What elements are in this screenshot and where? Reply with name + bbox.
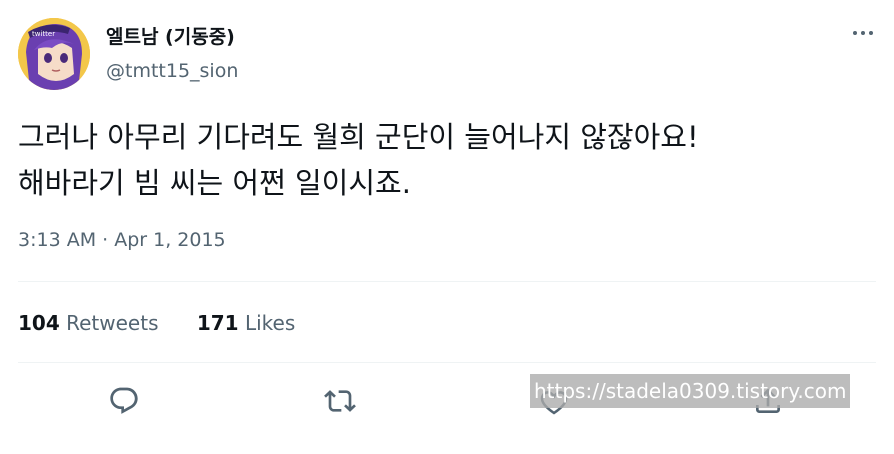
tweet-timestamp[interactable]: 3:13 AM · Apr 1, 2015 <box>18 229 226 251</box>
retweets-count: 104 <box>18 311 60 335</box>
retweets-stat[interactable]: 104 Retweets <box>18 311 158 335</box>
anime-character-avatar-icon: twitter <box>18 18 90 90</box>
tweet-stats: 104 Retweets 171 Likes <box>18 311 327 335</box>
tweet-line: 해바라기 빔 씨는 어쩐 일이시죠. <box>18 166 411 200</box>
retweet-icon <box>324 390 356 412</box>
user-handle[interactable]: @tmtt15_sion <box>106 60 238 82</box>
more-dot-icon <box>869 31 873 35</box>
svg-text:twitter: twitter <box>32 30 55 38</box>
reply-icon <box>110 387 138 414</box>
watermark: https://stadela0309.tistory.com <box>530 374 850 408</box>
retweet-button[interactable] <box>318 379 362 423</box>
likes-count: 171 <box>196 311 239 335</box>
display-name[interactable]: 엘트남 (기동중) <box>106 22 235 49</box>
divider <box>18 362 876 363</box>
tweet-text: 그러나 아무리 기다려도 월희 군단이 늘어나지 않잖아요! 해바라기 빔 씨는… <box>18 114 882 206</box>
more-dot-icon <box>861 31 865 35</box>
more-dot-icon <box>853 31 857 35</box>
divider <box>18 281 876 282</box>
tweet-line: 그러나 아무리 기다려도 월희 군단이 늘어나지 않잖아요! <box>18 120 699 154</box>
more-options-button[interactable] <box>846 22 880 44</box>
reply-button[interactable] <box>102 379 146 423</box>
avatar[interactable]: twitter <box>18 18 90 90</box>
retweets-label: Retweets <box>66 311 159 335</box>
likes-stat[interactable]: 171 Likes <box>197 311 295 335</box>
likes-label: Likes <box>244 311 296 335</box>
